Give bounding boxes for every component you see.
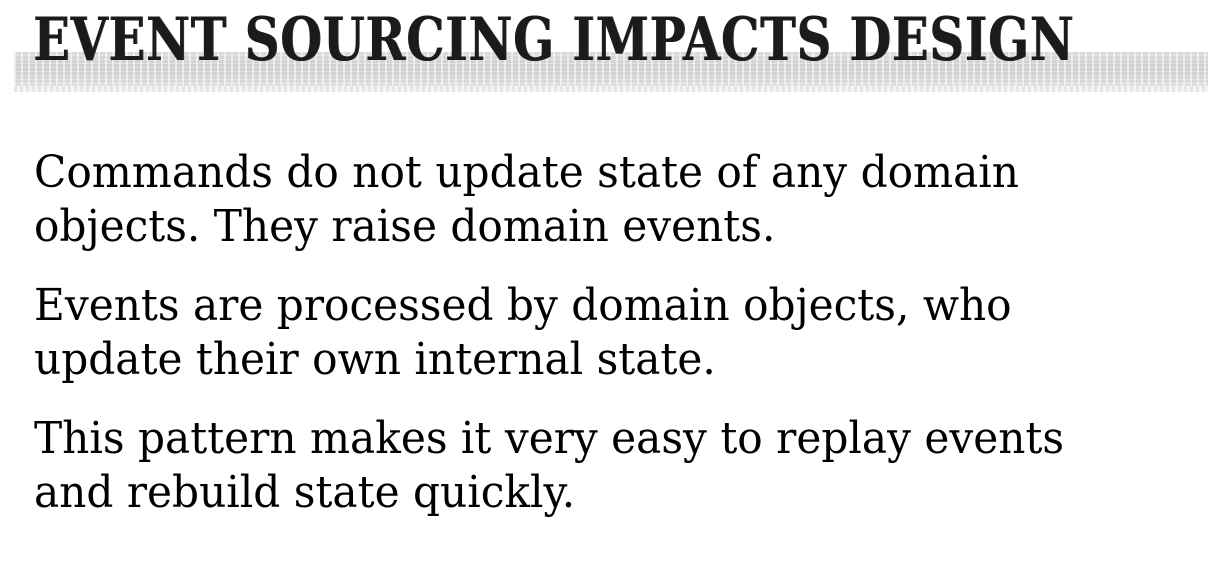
paragraph-line: This pattern makes it very easy to repla… (34, 413, 1065, 464)
paragraph-commands: Commands do not update state of any doma… (34, 146, 1196, 254)
slide-title: EVENT SOURCING IMPACTS DESIGN (33, 5, 1075, 75)
slide-content: Commands do not update state of any doma… (34, 146, 1204, 545)
paragraph-pattern: This pattern makes it very easy to repla… (34, 412, 1196, 520)
paragraph-line: Events are processed by domain objects, … (34, 280, 1012, 331)
paragraph-line: Commands do not update state of any doma… (34, 147, 1020, 198)
paragraph-line: and rebuild state quickly. (34, 467, 576, 518)
paragraph-line: update their own internal state. (34, 334, 716, 385)
paragraph-line: objects. They raise domain events. (34, 201, 776, 252)
paragraph-events: Events are processed by domain objects, … (34, 279, 1196, 387)
slide: EVENT SOURCING IMPACTS DESIGN Commands d… (0, 0, 1208, 562)
